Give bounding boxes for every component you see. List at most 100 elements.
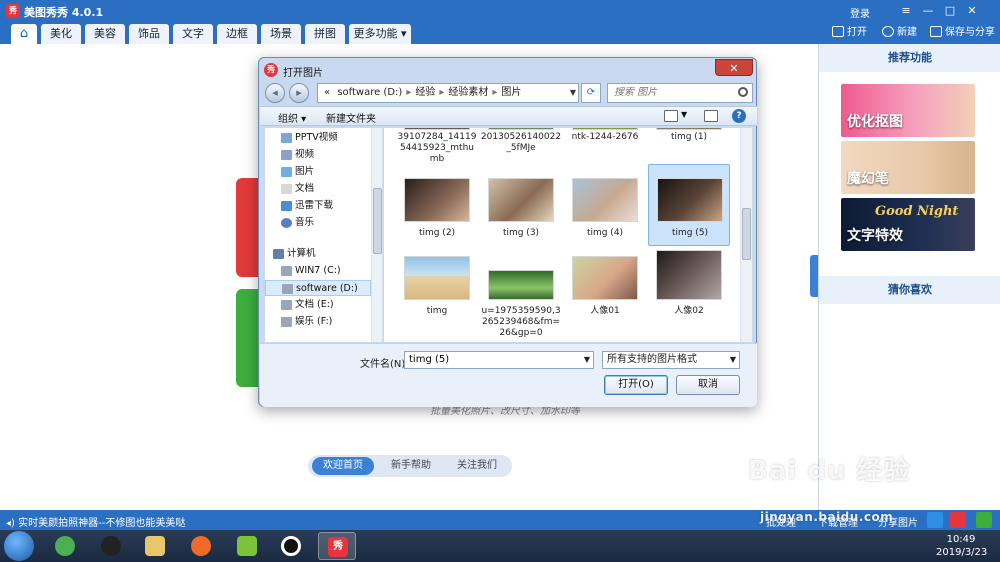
taskbar-app-media[interactable] — [228, 532, 266, 560]
tab-border[interactable]: 边框 — [217, 24, 257, 44]
tab-beautify[interactable]: 美化 — [41, 24, 81, 44]
view-options-icon[interactable] — [664, 110, 678, 122]
back-icon[interactable]: ◂ — [265, 83, 285, 103]
weibo-icon[interactable] — [950, 512, 966, 528]
filename-input[interactable] — [409, 354, 569, 365]
search-input[interactable] — [614, 87, 734, 98]
tab-scene[interactable]: 场景 — [261, 24, 301, 44]
tab-collage[interactable]: 拼图 — [305, 24, 345, 44]
file-thumbnail — [572, 178, 638, 222]
taskbar-app-explorer[interactable] — [136, 532, 174, 560]
tab-accessories[interactable]: 饰品 — [129, 24, 169, 44]
file-thumbnail — [488, 178, 554, 222]
banner-text-effects[interactable]: Good Night 文字特效 — [841, 198, 975, 251]
view-dropdown-icon[interactable]: ▼ — [681, 110, 687, 119]
status-tip[interactable]: ◂) 实时美颜拍照神器--不修图也能美美哒 — [6, 514, 185, 529]
filename-label: 文件名(N): — [360, 359, 409, 370]
new-folder-button[interactable]: 新建文件夹 — [326, 110, 376, 125]
dialog-title: 打开图片 — [283, 68, 323, 79]
app-logo-icon: 秀 — [6, 4, 20, 18]
breadcrumb-pictures[interactable]: 图片 — [501, 87, 521, 98]
welcome-tabs: 欢迎首页 新手帮助 关注我们 — [308, 455, 512, 477]
system-clock[interactable]: 10:49 2019/3/23 — [936, 533, 987, 559]
start-button-icon[interactable] — [4, 531, 34, 561]
tab-text[interactable]: 文字 — [173, 24, 213, 44]
breadcrumb-experience[interactable]: 经验 — [415, 87, 435, 98]
login-link[interactable]: 登录 — [850, 5, 870, 20]
minimize-icon[interactable]: — — [920, 3, 936, 19]
file-item[interactable]: 人像01 — [564, 256, 646, 336]
taskbar-app-firefox[interactable] — [182, 532, 220, 560]
tab-welcome-home[interactable]: 欢迎首页 — [312, 457, 374, 475]
save-share-label: 保存与分享 — [945, 27, 995, 38]
close-icon[interactable]: ✕ — [964, 3, 980, 19]
tree-item-videos[interactable]: 视频 — [265, 147, 371, 163]
file-item[interactable]: 人像02 — [648, 250, 730, 330]
help-icon[interactable]: ? — [732, 109, 746, 123]
tree-item-drive-f[interactable]: 娱乐 (F:) — [265, 314, 371, 330]
organize-menu[interactable]: 组织 ▾ — [278, 110, 306, 125]
banner-optimize-cutout[interactable]: 优化抠图 — [841, 84, 975, 137]
cancel-button[interactable]: 取消 — [676, 375, 740, 395]
taskbar-app-qq[interactable] — [92, 532, 130, 560]
address-overflow[interactable]: « — [324, 87, 330, 98]
maximize-icon[interactable]: □ — [942, 3, 958, 19]
file-item[interactable]: timg (3) — [480, 170, 562, 250]
file-grid-scroll-thumb[interactable] — [742, 208, 751, 260]
breadcrumb-materials[interactable]: 经验素材 — [448, 87, 488, 98]
file-item[interactable]: timg (4) — [564, 170, 646, 250]
chevron-down-icon[interactable]: ▼ — [584, 352, 590, 368]
home-icon[interactable]: ⌂ — [11, 24, 37, 44]
address-bar[interactable]: « software (D:) ▸ 经验 ▸ 经验素材 ▸ 图片 — [317, 83, 579, 103]
dialog-close-button[interactable]: ✕ — [715, 59, 753, 76]
star-icon[interactable] — [927, 512, 943, 528]
tree-item-drive-d[interactable]: software (D:) — [265, 280, 371, 296]
open-file-button[interactable]: 打开(O) — [604, 375, 668, 395]
tab-follow-us[interactable]: 关注我们 — [446, 457, 508, 475]
filetype-select[interactable]: 所有支持的图片格式 ▼ — [602, 351, 740, 369]
address-dropdown-icon[interactable]: ▼ — [567, 83, 579, 103]
taskbar-app-recorder[interactable] — [272, 532, 310, 560]
clock-time: 10:49 — [946, 534, 976, 545]
tree-item-drive-e[interactable]: 文档 (E:) — [265, 297, 371, 313]
tree-scroll-thumb[interactable] — [373, 188, 382, 254]
file-item[interactable]: timg — [396, 256, 478, 336]
panel-collapse-handle[interactable] — [810, 255, 818, 297]
forward-icon[interactable]: ▸ — [289, 83, 309, 103]
file-grid-scrollbar[interactable] — [740, 128, 752, 342]
new-button[interactable]: 新建 — [882, 26, 917, 40]
save-share-button[interactable]: 保存与分享 — [930, 26, 995, 40]
tree-item-drive-c[interactable]: WIN7 (C:) — [265, 263, 371, 279]
taskbar-app-meitu[interactable]: 秀 — [318, 532, 356, 560]
file-thumbnail — [404, 256, 470, 300]
tree-item-thunder[interactable]: 迅雷下载 — [265, 198, 371, 214]
file-thumbnail — [404, 178, 470, 222]
preview-pane-icon[interactable] — [704, 110, 718, 122]
tree-item-documents[interactable]: 文档 — [265, 181, 371, 197]
open-button[interactable]: 打开 — [832, 26, 867, 40]
file-item[interactable]: timg (2) — [396, 170, 478, 250]
search-field[interactable] — [607, 83, 753, 103]
file-thumbnail — [488, 270, 554, 300]
taskbar-app-browser[interactable] — [46, 532, 84, 560]
tree-scrollbar[interactable] — [371, 128, 382, 342]
tree-item-pictures[interactable]: 图片 — [265, 164, 371, 180]
file-item-selected[interactable]: timg (5) — [648, 164, 730, 246]
tree-item-pptv[interactable]: PPTV视频 — [265, 130, 371, 146]
tab-beginner-help[interactable]: 新手帮助 — [380, 457, 442, 475]
file-name: timg (2) — [418, 228, 456, 238]
app-titlebar: 秀 美图秀秀 4.0.1 登录 ≡ — □ ✕ — [0, 0, 1000, 22]
breadcrumb-drive[interactable]: software (D:) — [337, 87, 402, 98]
tree-item-music[interactable]: 音乐 — [265, 215, 371, 231]
filename-field[interactable]: ▼ — [404, 351, 594, 369]
file-item[interactable]: u=1975359590,3265239468&fm=26&gp=0 — [480, 256, 562, 338]
chevron-down-icon[interactable]: ▼ — [730, 352, 736, 368]
banner-magic-pen[interactable]: 魔幻笔 — [841, 141, 975, 194]
menu-icon[interactable]: ≡ — [898, 3, 914, 19]
refresh-icon[interactable]: ⟳ — [581, 83, 601, 103]
dialog-footer: 文件名(N): ▼ 所有支持的图片格式 ▼ 打开(O) 取消 — [260, 343, 757, 407]
tab-beauty[interactable]: 美容 — [85, 24, 125, 44]
tab-more-features[interactable]: 更多功能 ▾ — [349, 24, 411, 44]
tree-item-computer[interactable]: 计算机 — [265, 246, 371, 262]
add-icon[interactable] — [976, 512, 992, 528]
